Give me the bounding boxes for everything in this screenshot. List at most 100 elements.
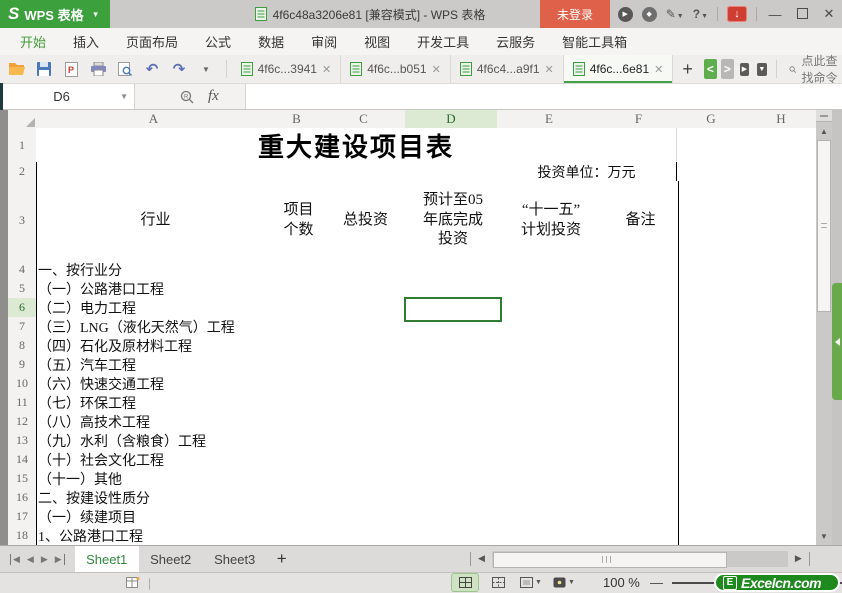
column-header-G[interactable]: G [676,110,747,129]
print-preview-icon[interactable] [116,60,134,78]
cell-A6[interactable]: （二）电力工程 [36,298,274,318]
row-header-13[interactable]: 13 [8,431,37,451]
cell-C15[interactable] [322,469,408,489]
cell-D14[interactable] [405,450,500,470]
cell-B4[interactable] [271,260,325,280]
cell-H2[interactable] [746,162,816,182]
cell-A4[interactable]: 一、按行业分 [36,260,274,280]
row-header-14[interactable]: 14 [8,450,37,470]
cell-B9[interactable] [271,355,325,375]
cell-H14[interactable] [746,450,816,470]
cell-C5[interactable] [322,279,408,299]
cell-H17[interactable] [746,507,816,527]
cell-A5[interactable]: （一）公路港口工程 [36,279,274,299]
cell-A16[interactable]: 二、按建设性质分 [36,488,274,508]
cell-F13[interactable] [601,431,679,451]
cell-G11[interactable] [676,393,747,413]
menu-item-7[interactable]: 开发工具 [417,32,469,51]
cell-mode-icon[interactable] [126,576,140,589]
cell-D4[interactable] [405,260,500,280]
cell-G14[interactable] [676,450,747,470]
document-tab-0[interactable]: 4f6c...3941 ✕ [232,55,342,83]
cell-E3[interactable]: “十一五” 计划投资 [497,181,604,261]
side-panel-flap[interactable] [832,283,842,400]
cell-A12[interactable]: （八）高技术工程 [36,412,274,432]
cell-merged-unit-note[interactable]: 投资单位：万元 [497,162,677,182]
cell-B18[interactable] [271,526,325,545]
row-header-3[interactable]: 3 [8,181,37,261]
tab-list-icon[interactable]: ▼ [757,62,767,76]
close-tab-icon[interactable]: ✕ [654,63,663,76]
cell-A18[interactable]: 1、公路港口工程 [36,526,274,545]
cell-C8[interactable] [322,336,408,356]
cell-C3[interactable]: 总投资 [322,181,408,261]
cell-H12[interactable] [746,412,816,432]
cell-C18[interactable] [322,526,408,545]
cell-B13[interactable] [271,431,325,451]
cell-C4[interactable] [322,260,408,280]
cell-G1[interactable] [676,128,747,163]
cell-B12[interactable] [271,412,325,432]
cell-G3[interactable] [676,181,747,261]
cell-C10[interactable] [322,374,408,394]
cell-H10[interactable] [746,374,816,394]
cell-G7[interactable] [676,317,747,337]
cell-A14[interactable]: （十）社会文化工程 [36,450,274,470]
cell-E18[interactable] [497,526,604,545]
redo-icon[interactable]: ↷ [170,60,188,78]
first-sheet-icon[interactable]: ◀ [10,553,20,565]
cell-B7[interactable] [271,317,325,337]
cell-H4[interactable] [746,260,816,280]
row-header-11[interactable]: 11 [8,393,37,413]
row-header-10[interactable]: 10 [8,374,37,394]
cell-E4[interactable] [497,260,604,280]
cell-F6[interactable] [601,298,679,318]
cell-G2[interactable] [676,162,747,182]
page-break-view-button[interactable] [485,574,511,591]
cell-B14[interactable] [271,450,325,470]
next-sheet-icon[interactable]: ▶ [41,554,48,565]
print-icon[interactable] [89,60,107,78]
cell-A8[interactable]: （四）石化及原材料工程 [36,336,274,356]
cell-D10[interactable] [405,374,500,394]
row-header-1[interactable]: 1 [8,128,37,163]
undo-icon[interactable]: ↶ [143,60,161,78]
cell-C6[interactable] [322,298,408,318]
menu-item-2[interactable]: 页面布局 [126,32,178,51]
export-pdf-icon[interactable]: P [62,60,80,78]
document-tab-1[interactable]: 4f6c...b051 ✕ [341,55,451,83]
cell-G4[interactable] [676,260,747,280]
cell-H6[interactable] [746,298,816,318]
cell-A9[interactable]: （五）汽车工程 [36,355,274,375]
cell-G8[interactable] [676,336,747,356]
add-sheet-button[interactable]: + [267,546,297,572]
cell-C7[interactable] [322,317,408,337]
cell-F10[interactable] [601,374,679,394]
cell-D13[interactable] [405,431,500,451]
cell-G15[interactable] [676,469,747,489]
document-tab-2[interactable]: 4f6c4...a9f1 ✕ [451,55,564,83]
cell-B5[interactable] [271,279,325,299]
open-file-icon[interactable] [8,60,26,78]
sheet-tab-sheet1[interactable]: Sheet1 [74,546,139,572]
row-header-7[interactable]: 7 [8,317,37,337]
cell-B10[interactable] [271,374,325,394]
next-tab-button[interactable]: > [720,59,734,79]
cell-F9[interactable] [601,355,679,375]
row-header-17[interactable]: 17 [8,507,37,527]
name-box-caret-icon[interactable]: ▼ [120,92,134,101]
menu-item-4[interactable]: 数据 [258,32,284,51]
prev-sheet-icon[interactable]: ◀ [27,554,34,565]
cell-E7[interactable] [497,317,604,337]
cell-E13[interactable] [497,431,604,451]
cell-H18[interactable] [746,526,816,545]
horizontal-scroll-track[interactable] [491,550,788,568]
sheet-tab-sheet2[interactable]: Sheet2 [139,546,203,572]
help-icon[interactable]: ?▼ [693,7,708,21]
cell-D18[interactable] [405,526,500,545]
cell-A7[interactable]: （三）LNG（液化天然气）工程 [36,317,274,337]
cell-F12[interactable] [601,412,679,432]
column-header-A[interactable]: A [36,110,272,129]
horizontal-scroll-thumb[interactable] [492,551,727,568]
cell-A2[interactable] [36,162,274,182]
